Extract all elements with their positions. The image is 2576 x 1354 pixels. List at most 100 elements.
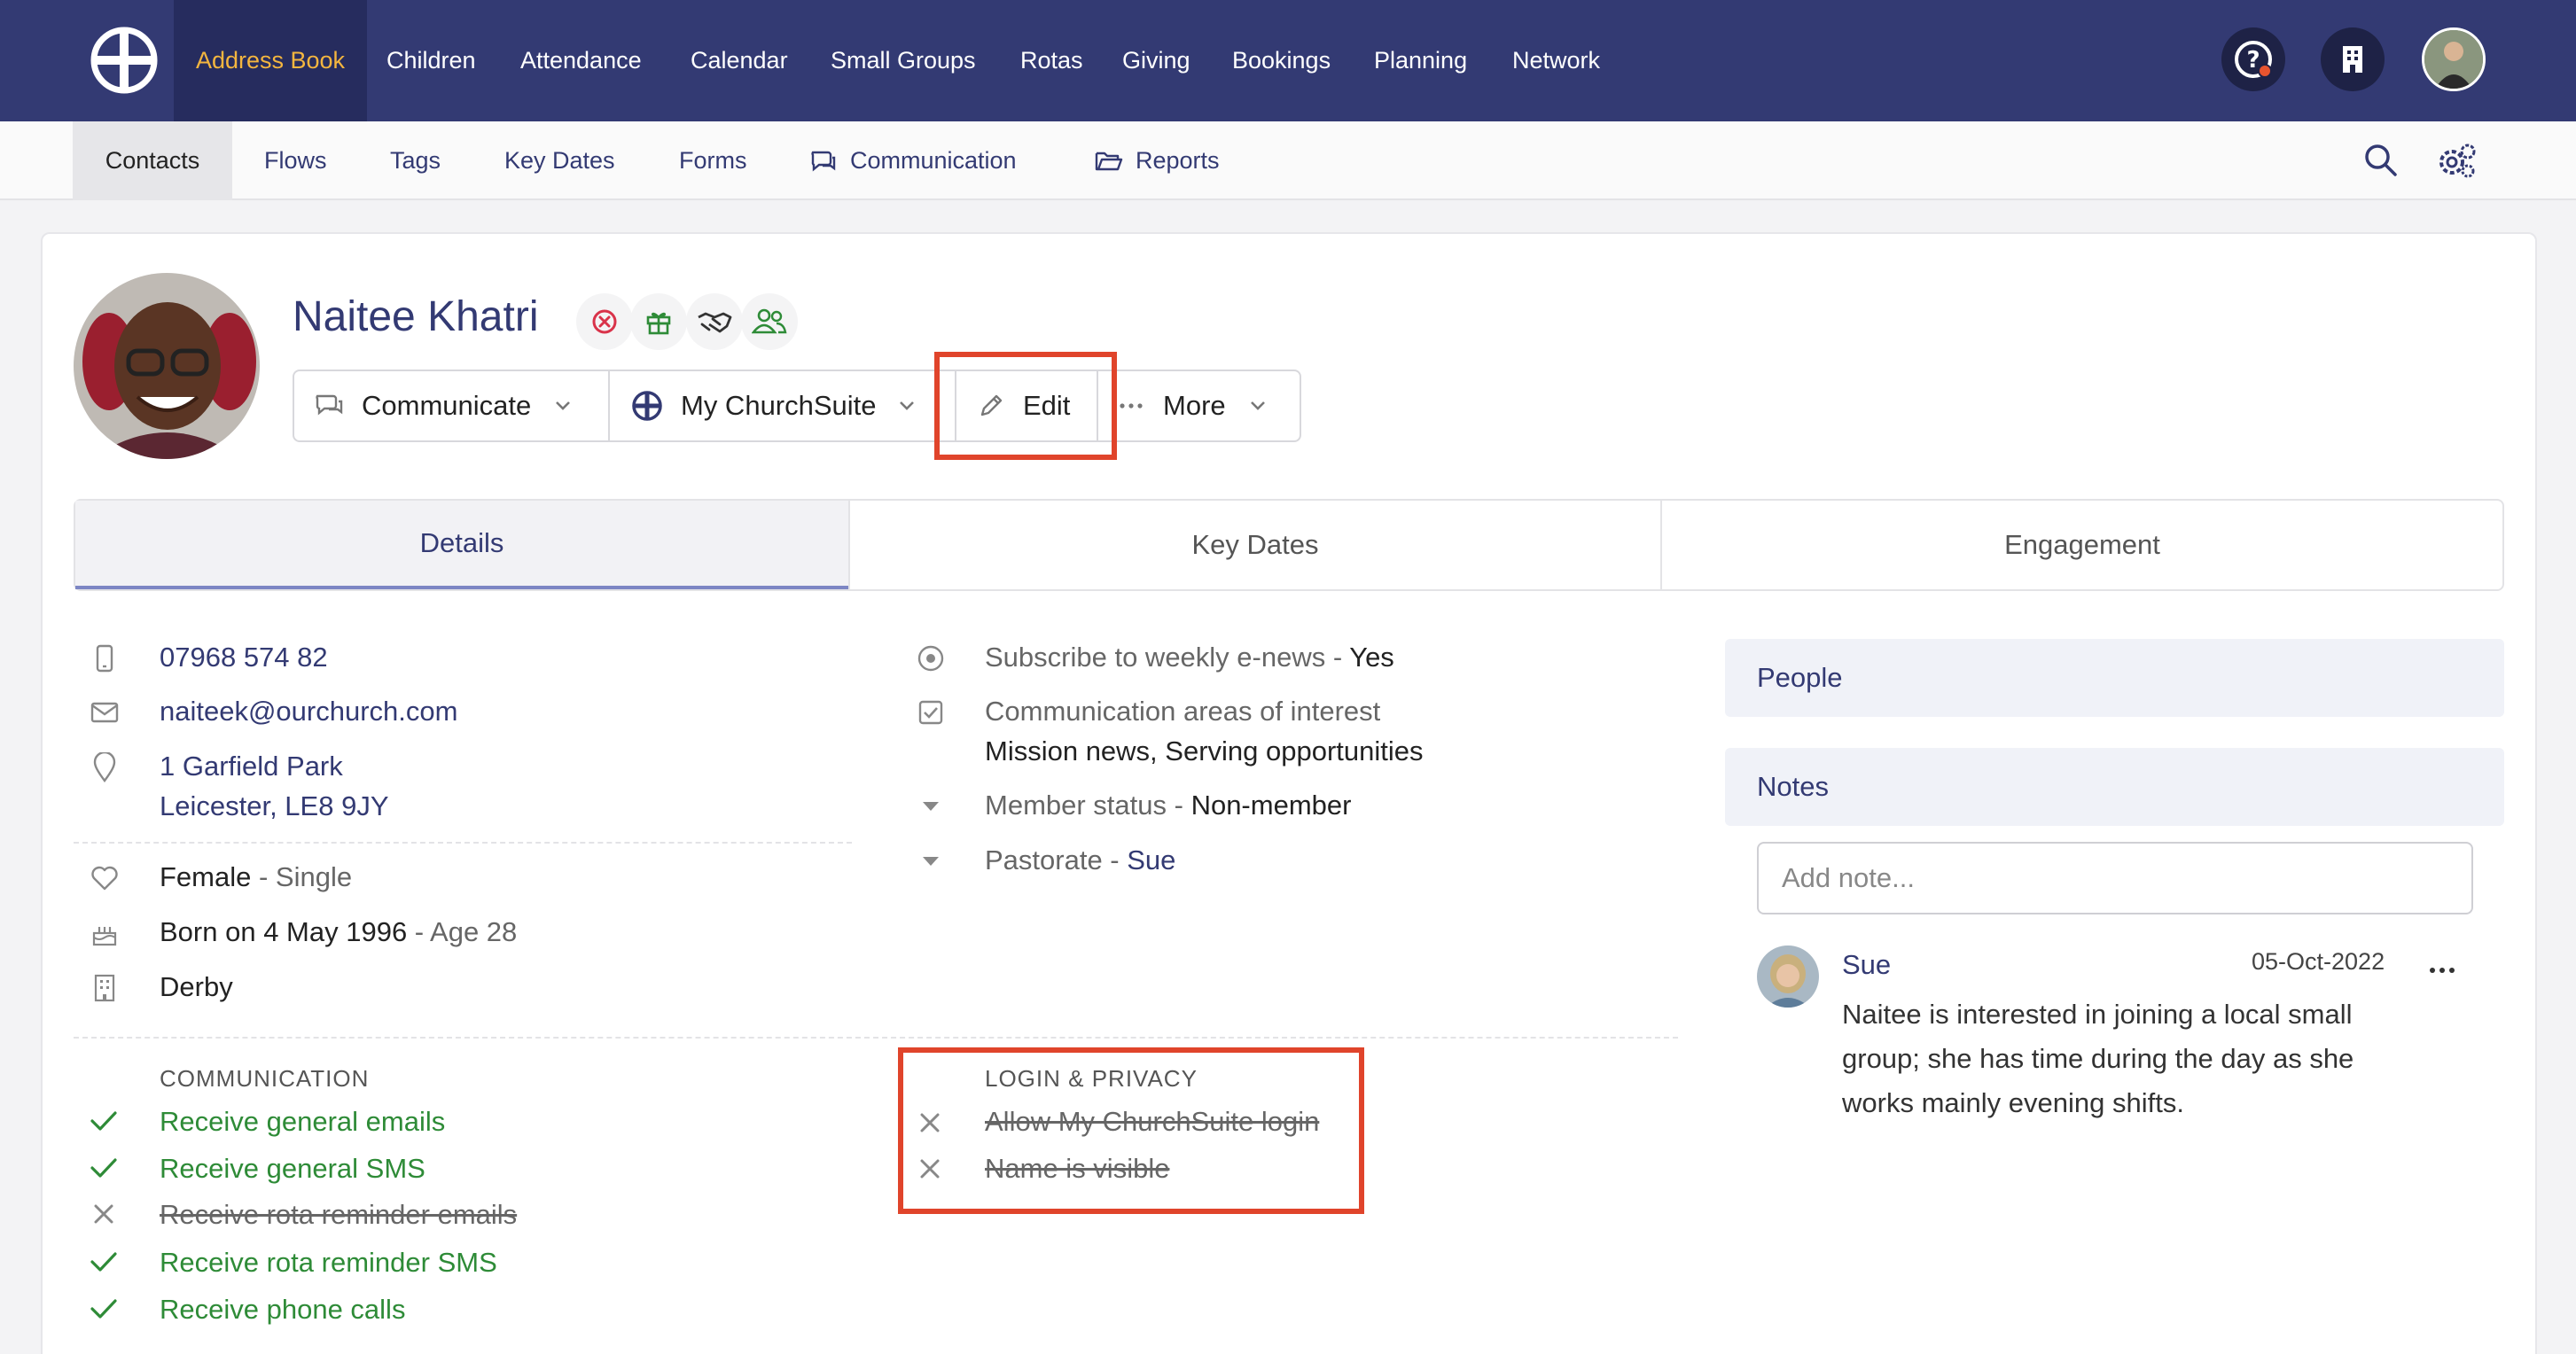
phone-icon xyxy=(89,642,121,674)
settings-gears-icon[interactable] xyxy=(2436,141,2478,180)
checkbox-icon xyxy=(915,696,947,728)
field-member-status: Member status - Non-member xyxy=(985,790,1351,821)
user-avatar[interactable] xyxy=(2422,27,2486,91)
my-churchsuite-button[interactable]: My ChurchSuite xyxy=(631,371,916,440)
note-text: Naitee is interested in joining a local … xyxy=(1842,999,2354,1118)
subnav-flows[interactable]: Flows xyxy=(264,121,327,200)
heart-icon xyxy=(89,862,121,894)
cross-icon xyxy=(94,1204,113,1224)
add-note-input[interactable]: Add note... xyxy=(1757,842,2473,914)
nav-calendar[interactable]: Calendar xyxy=(691,0,788,121)
contact-tabs: Details Key Dates Engagement xyxy=(74,499,2504,591)
check-icon xyxy=(90,1158,117,1178)
subnav-contacts[interactable]: Contacts xyxy=(73,121,232,200)
address-line1-link[interactable]: 1 Garfield Park xyxy=(160,751,343,782)
interest-value: Mission news, Serving opportunities xyxy=(985,735,1424,766)
email-icon xyxy=(89,696,121,728)
pastorate-label: Pastorate - xyxy=(985,844,1128,875)
more-button[interactable]: More xyxy=(1119,371,1267,440)
check-icon xyxy=(90,1299,117,1319)
subnav-communication[interactable]: Communication xyxy=(809,121,1017,200)
note-author-avatar xyxy=(1757,945,1819,1008)
small-group-badge[interactable] xyxy=(741,293,798,350)
search-icon[interactable] xyxy=(2363,143,2399,178)
churchsuite-icon xyxy=(632,391,662,421)
note-author-photo-icon xyxy=(1757,945,1819,1008)
partnership-badge[interactable] xyxy=(686,293,743,350)
status-badge-inactive[interactable] xyxy=(576,293,633,350)
caret-down-icon xyxy=(915,845,947,877)
nav-address-book[interactable]: Address Book xyxy=(174,0,367,121)
note-date: 05-Oct-2022 xyxy=(2252,948,2385,975)
separator xyxy=(608,371,610,440)
email-link[interactable]: naiteek@ourchurch.com xyxy=(160,696,457,728)
help-icon: ? xyxy=(2235,41,2272,78)
edit-highlight-box xyxy=(934,352,1117,460)
my-churchsuite-label: My ChurchSuite xyxy=(681,390,877,421)
tab-details[interactable]: Details xyxy=(75,501,848,589)
user-photo-icon xyxy=(2424,30,2483,89)
comm-phone-calls: Receive phone calls xyxy=(160,1294,406,1325)
chevron-down-icon xyxy=(556,401,571,410)
site-building-icon xyxy=(89,972,121,1004)
nav-children[interactable]: Children xyxy=(386,0,476,121)
sub-navigation: Contacts Flows Tags Key Dates Forms Comm… xyxy=(0,121,2576,200)
phone-link[interactable]: 07968 574 82 xyxy=(160,642,328,673)
subnav-tags[interactable]: Tags xyxy=(390,121,441,200)
privacy-highlight-box xyxy=(898,1047,1364,1214)
help-button[interactable]: ? xyxy=(2221,27,2285,91)
sex-marital: Female - Single xyxy=(160,861,352,893)
nav-giving[interactable]: Giving xyxy=(1122,0,1190,121)
tab-key-dates[interactable]: Key Dates xyxy=(850,501,1660,589)
top-navigation: Address Book Children Attendance Calenda… xyxy=(0,0,2576,121)
subnav-key-dates[interactable]: Key Dates xyxy=(504,121,615,200)
birth-info: Born on 4 May 1996 - Age 28 xyxy=(160,916,517,948)
site-value: Derby xyxy=(160,971,233,1002)
contact-name: Naitee Khatri xyxy=(293,293,539,340)
communication-heading: COMMUNICATION xyxy=(160,1065,370,1092)
marital-value: - Single xyxy=(251,861,353,892)
subnav-reports[interactable]: Reports xyxy=(1095,121,1220,200)
tab-engagement[interactable]: Engagement xyxy=(1662,501,2502,589)
subnav-forms[interactable]: Forms xyxy=(679,121,747,200)
address-line2-link[interactable]: Leicester, LE8 9JY xyxy=(160,790,389,822)
ellipsis-icon xyxy=(1120,403,1143,409)
comm-general-sms: Receive general SMS xyxy=(160,1153,425,1184)
churchsuite-logo-icon[interactable] xyxy=(89,25,160,96)
note-author-link[interactable]: Sue xyxy=(1842,949,1891,981)
born-value: Born on 4 May 1996 xyxy=(160,916,408,947)
note-options-icon[interactable] xyxy=(2429,966,2455,975)
sex-value: Female xyxy=(160,861,252,892)
field-pastorate: Pastorate - Sue xyxy=(985,844,1175,876)
divider xyxy=(74,842,852,844)
people-panel-header[interactable]: People xyxy=(1725,639,2504,717)
building-icon xyxy=(2343,46,2362,73)
comm-rota-sms: Receive rota reminder SMS xyxy=(160,1247,497,1278)
communicate-label: Communicate xyxy=(362,390,532,421)
contact-avatar xyxy=(74,273,260,459)
contact-actions-group: Communicate My ChurchSuite Edit More xyxy=(293,370,1301,442)
organisation-button[interactable] xyxy=(2321,27,2385,91)
nav-small-groups[interactable]: Small Groups xyxy=(831,0,976,121)
notes-panel-header[interactable]: Notes xyxy=(1725,748,2504,826)
member-value: Non-member xyxy=(1190,790,1352,821)
nav-rotas[interactable]: Rotas xyxy=(1020,0,1083,121)
nav-planning[interactable]: Planning xyxy=(1374,0,1467,121)
users-icon xyxy=(752,308,787,334)
communicate-button[interactable]: Communicate xyxy=(314,371,572,440)
nav-attendance[interactable]: Attendance xyxy=(520,0,642,121)
pastorate-link[interactable]: Sue xyxy=(1127,844,1175,875)
giving-badge[interactable] xyxy=(630,293,687,350)
chat-icon xyxy=(316,394,343,416)
subnav-communication-label: Communication xyxy=(850,147,1017,174)
interest-label: Communication areas of interest xyxy=(985,696,1381,727)
close-circle-icon xyxy=(592,309,617,334)
nav-network[interactable]: Network xyxy=(1512,0,1600,121)
chevron-down-icon xyxy=(899,401,914,410)
contact-photo-icon xyxy=(74,273,260,459)
check-icon xyxy=(90,1111,117,1131)
comm-general-emails: Receive general emails xyxy=(160,1106,446,1137)
enews-value: Yes xyxy=(1349,642,1394,673)
handshake-icon xyxy=(698,312,732,333)
nav-bookings[interactable]: Bookings xyxy=(1232,0,1331,121)
